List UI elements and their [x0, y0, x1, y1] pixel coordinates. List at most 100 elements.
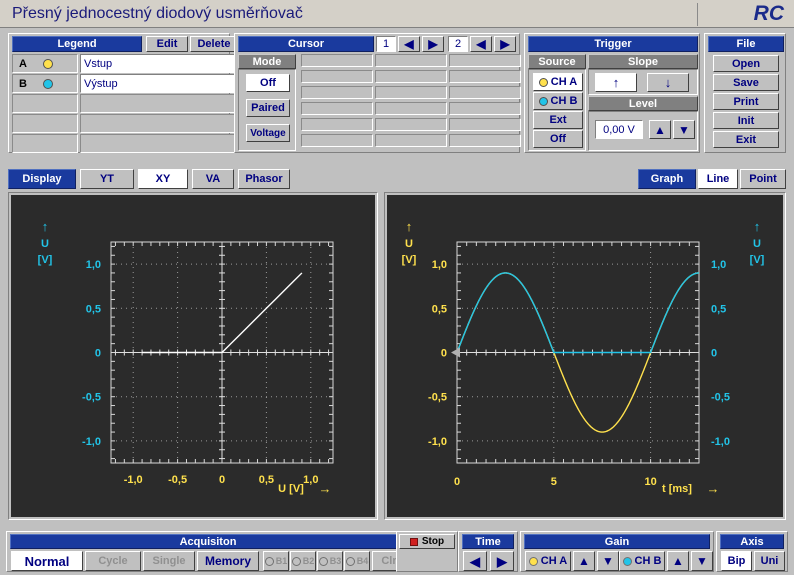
- svg-text:1,0: 1,0: [711, 259, 726, 271]
- buffer-label: B4: [356, 556, 369, 566]
- acquisition-single-button[interactable]: Single: [143, 551, 195, 571]
- trigger-source-header: Source: [528, 54, 586, 69]
- radio-icon: [291, 556, 301, 566]
- legend-edit-button[interactable]: Edit: [146, 36, 188, 52]
- slope-rising-button[interactable]: ↑: [595, 73, 637, 92]
- xy-plot-canvas[interactable]: -1,0 -0,5 0 0,5 1,0 -1,0 -0,5 0 0,5 1,0 ↑ U [V] U [V]…: [11, 195, 375, 517]
- svg-text:U: U: [753, 238, 761, 250]
- svg-text:1,0: 1,0: [303, 474, 318, 486]
- buffer-b4-button[interactable]: B4: [344, 551, 370, 571]
- gain-ch-b-down-button[interactable]: ▼: [691, 551, 713, 571]
- cursor-mode-voltage-button[interactable]: Voltage: [246, 124, 290, 142]
- cursor-readout-cell: [375, 102, 447, 115]
- svg-text:-0,5: -0,5: [168, 474, 187, 486]
- yt-plot-canvas[interactable]: -1,0 -1,0 -0,5 -0,5 0 0 0,5 0,5 1,0 1,0 0 5 10 ↑ U [V] ↑…: [387, 195, 783, 517]
- legend-name-cell[interactable]: Výstup: [80, 74, 236, 93]
- channel-color-dot-icon: [528, 556, 538, 566]
- legend-name-cell[interactable]: [80, 94, 236, 113]
- gain-channel-label: CH B: [634, 555, 662, 567]
- acquisition-normal-button[interactable]: Normal: [11, 551, 83, 571]
- cursor-mode-off-button[interactable]: Off: [246, 74, 290, 92]
- trigger-source-ch-a-button[interactable]: CH A: [533, 73, 583, 91]
- trigger-source-ext-button[interactable]: Ext: [533, 111, 583, 129]
- legend-name-cell[interactable]: [80, 134, 236, 153]
- trigger-level-up-button[interactable]: ▲: [649, 120, 671, 139]
- file-save-button[interactable]: Save: [713, 74, 779, 91]
- legend-name-cell[interactable]: [80, 114, 236, 133]
- graph-mode-line[interactable]: Line: [698, 169, 738, 189]
- memory-button[interactable]: Memory: [197, 551, 259, 571]
- buffer-b2-button[interactable]: B2: [290, 551, 316, 571]
- time-next-button[interactable]: ▶: [490, 551, 514, 571]
- legend-key-cell[interactable]: [12, 94, 78, 113]
- svg-text:U: U: [41, 238, 49, 250]
- gain-ch-b-button[interactable]: CH B: [619, 551, 665, 571]
- gain-ch-a-button[interactable]: CH A: [525, 551, 571, 571]
- trigger-source-box: CH A CH B Ext Off: [528, 69, 586, 151]
- gain-ch-a-up-button[interactable]: ▲: [573, 551, 595, 571]
- legend-key-cell[interactable]: A: [12, 54, 78, 73]
- svg-text:-1,0: -1,0: [711, 436, 730, 448]
- cursor-1-index: 1: [376, 36, 396, 52]
- legend-delete-button[interactable]: Delete: [190, 36, 238, 52]
- trigger-source-off-button[interactable]: Off: [533, 130, 583, 148]
- tab-phasor[interactable]: Phasor: [238, 169, 290, 189]
- legend-key-cell[interactable]: B: [12, 74, 78, 93]
- cursor-2-next-button[interactable]: ▶: [494, 36, 516, 52]
- acquisition-header: Acquisiton: [10, 534, 406, 549]
- svg-text:→: →: [319, 481, 332, 496]
- svg-text:0,5: 0,5: [86, 303, 101, 315]
- legend-name-cell[interactable]: Vstup: [80, 54, 236, 73]
- legend-key-cell[interactable]: [12, 114, 78, 133]
- stop-button[interactable]: Stop: [399, 534, 455, 549]
- up-arrow-icon: ▲: [672, 554, 684, 568]
- series-Výstup: [456, 272, 700, 354]
- buffer-b3-button[interactable]: B3: [317, 551, 343, 571]
- xy-plot-panel[interactable]: -1,0 -0,5 0 0,5 1,0 -1,0 -0,5 0 0,5 1,0 ↑ U [V] U [V]…: [8, 192, 378, 520]
- tab-va[interactable]: VA: [192, 169, 234, 189]
- trigger-slope-header: Slope: [588, 54, 698, 69]
- file-exit-button[interactable]: Exit: [713, 131, 779, 148]
- axis-header: Axis: [720, 534, 784, 549]
- down-arrow-icon: ▼: [602, 554, 614, 568]
- right-arrow-icon: ▶: [497, 553, 507, 569]
- svg-text:0: 0: [454, 476, 460, 488]
- legend-color-swatch-icon: [42, 58, 53, 69]
- trigger-source-ch-b-button[interactable]: CH B: [533, 92, 583, 110]
- tab-xy[interactable]: XY: [138, 169, 188, 189]
- cursor-2-prev-button[interactable]: ◀: [470, 36, 492, 52]
- stop-square-icon: [409, 537, 418, 546]
- cursor-1-next-button[interactable]: ▶: [422, 36, 444, 52]
- file-open-button[interactable]: Open: [713, 55, 779, 72]
- cursor-mode-paired-button[interactable]: Paired: [246, 99, 290, 117]
- time-prev-button[interactable]: ◀: [463, 551, 487, 571]
- svg-text:[V]: [V]: [750, 254, 765, 266]
- down-arrow-icon: ▼: [696, 554, 708, 568]
- cursor-readout-cell: [301, 70, 373, 83]
- legend-key-cell[interactable]: [12, 134, 78, 153]
- yt-plot-panel[interactable]: -1,0 -1,0 -0,5 -0,5 0 0 0,5 0,5 1,0 1,0 0 5 10 ↑ U [V] ↑…: [384, 192, 786, 520]
- file-header: File: [708, 36, 784, 52]
- file-init-button[interactable]: Init: [713, 112, 779, 129]
- gain-ch-b-up-button[interactable]: ▲: [667, 551, 689, 571]
- gain-ch-a-down-button[interactable]: ▼: [597, 551, 619, 571]
- file-print-button[interactable]: Print: [713, 93, 779, 110]
- trigger-source-label: CH A: [550, 76, 578, 88]
- buffer-b1-button[interactable]: B1: [263, 551, 289, 571]
- bottom-toolbar: Acquisiton Normal Cycle Single Memory B1 B2…: [0, 528, 794, 575]
- cursor-readout-cell: [449, 86, 521, 99]
- acquisition-cycle-button[interactable]: Cycle: [85, 551, 141, 571]
- graph-mode-point[interactable]: Point: [740, 169, 786, 189]
- channel-color-dot-icon: [538, 77, 548, 87]
- tab-yt[interactable]: YT: [80, 169, 134, 189]
- cursor-readout-cell: [449, 70, 521, 83]
- cursor-2-index: 2: [448, 36, 468, 52]
- axis-uni-button[interactable]: Uni: [754, 551, 785, 571]
- axis-bip-button[interactable]: Bip: [721, 551, 752, 571]
- time-header: Time: [462, 534, 514, 549]
- cursor-1-prev-button[interactable]: ◀: [398, 36, 420, 52]
- slope-falling-button[interactable]: ↓: [647, 73, 689, 92]
- time-panel: Time ◀ ▶: [458, 531, 518, 572]
- trigger-level-down-button[interactable]: ▼: [673, 120, 695, 139]
- trigger-level-value[interactable]: 0,00 V: [595, 120, 643, 139]
